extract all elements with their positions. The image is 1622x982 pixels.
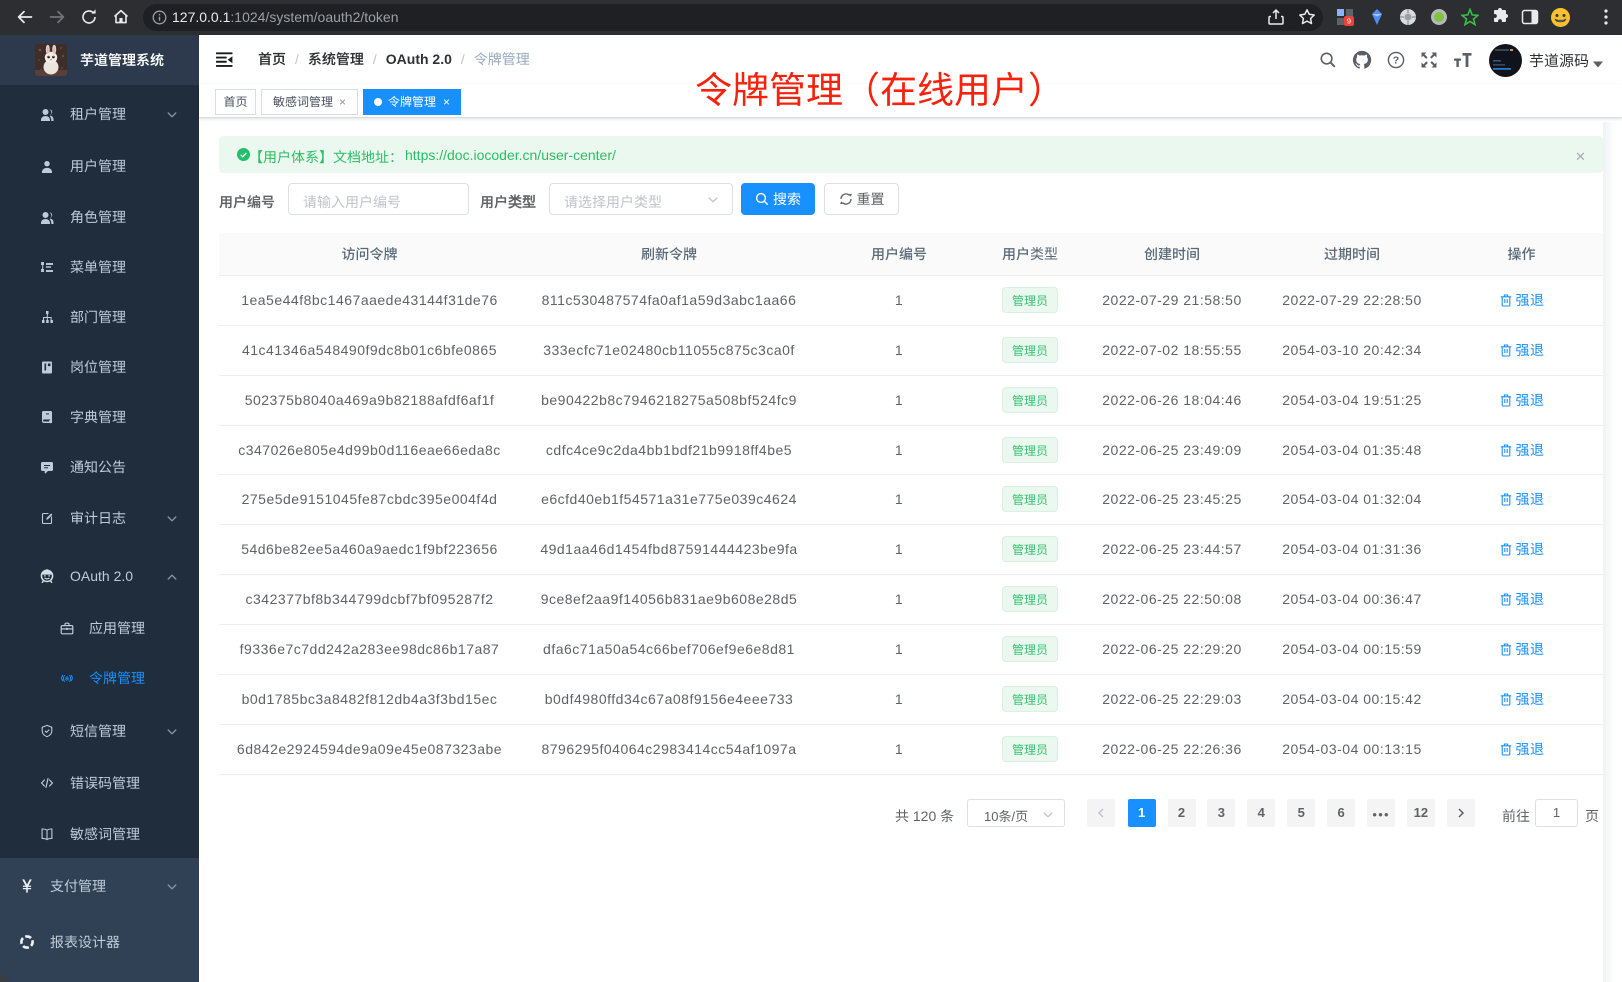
svg-text:9: 9: [1347, 17, 1351, 26]
svg-text:?: ?: [1393, 55, 1399, 67]
svg-text:(a): (a): [63, 676, 72, 683]
